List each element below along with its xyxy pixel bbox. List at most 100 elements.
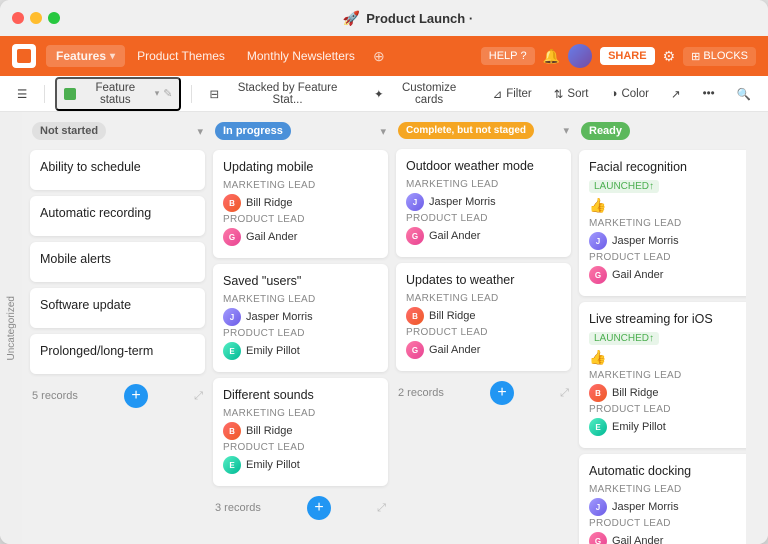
thumbs-up-streaming: 👍 [589,349,744,366]
blocks-button[interactable]: ⊞ BLOCKS [683,47,756,66]
name-emily-2: Emily Pillot [246,459,300,471]
card-title-auto-docking: Automatic docking [589,464,744,478]
card-automatic-recording[interactable]: Automatic recording [30,196,205,236]
name-bill-3: Bill Ridge [429,310,475,322]
add-card-complete[interactable]: + [490,381,514,405]
side-label: Uncategorized [0,112,22,544]
meta-product-4: PRODUCT LEAD [406,213,561,224]
close-button[interactable] [12,12,24,24]
avatar-bill-1: B [223,194,241,212]
stacked-button[interactable]: ⊟ Stacked by Feature Stat... [202,79,359,109]
meta-marketing-1: MARKETING LEAD [223,180,378,191]
share-button[interactable]: SHARE [600,47,655,65]
avatar-emily-2: E [223,456,241,474]
expand-icon-in-progress[interactable]: ⤢ [377,502,386,515]
more-button[interactable]: ••• [696,85,722,103]
minimize-button[interactable] [30,12,42,24]
avatar-emily-3: E [589,418,607,436]
avatar-jasper-3: J [589,232,607,250]
card-facial-recognition[interactable]: Facial recognition LAUNCHED↑ 👍 MARKETING… [579,150,746,296]
name-emily-1: Emily Pillot [246,345,300,357]
records-count-not-started: 5 records [32,390,78,402]
edit-icon: ✎ [163,87,172,100]
avatar-gail-1: G [223,228,241,246]
window-title-area: 🚀 Product Launch · [60,10,756,27]
stack-icon: ⊟ [209,87,219,101]
launched-badge-facial: LAUNCHED↑ [589,180,659,193]
col-chevron-not-started[interactable]: ▾ [197,125,203,138]
meta-marketing-4: MARKETING LEAD [406,179,561,190]
card-different-sounds[interactable]: Different sounds MARKETING LEAD B Bill R… [213,378,388,486]
column-not-started: Not started ▾ Ability to schedule Automa… [30,122,205,534]
meta-product-1: PRODUCT LEAD [223,214,378,225]
search-button[interactable]: 🔍 [730,84,758,104]
avatar-gail-3: G [406,341,424,359]
bell-icon[interactable]: 🔔 [543,48,560,65]
tab-product-themes[interactable]: Product Themes [127,45,235,67]
sort-button[interactable]: ⇅ Sort [547,84,596,104]
expand-icon-complete[interactable]: ⤢ [560,387,569,400]
card-live-streaming[interactable]: Live streaming for iOS LAUNCHED↑ 👍 MARKE… [579,302,746,448]
col-chevron-in-progress[interactable]: ▾ [380,125,386,138]
card-software-update[interactable]: Software update [30,288,205,328]
name-bill-1: Bill Ridge [246,197,292,209]
maximize-button[interactable] [48,12,60,24]
main-content: Uncategorized Not started ▾ Ability to s… [0,112,768,544]
person-gail-4: G Gail Ander [589,266,744,284]
sliders-icon: ✦ [374,87,384,101]
question-icon: ? [521,50,527,62]
share-view-button[interactable]: ↗ [664,84,688,104]
card-title-1: Ability to schedule [40,160,195,174]
user-avatar[interactable] [568,44,592,68]
help-button[interactable]: HELP ? [481,47,535,65]
meta-product-2: PRODUCT LEAD [223,328,378,339]
settings-icon[interactable]: ⚙ [663,48,676,65]
person-jasper-1: J Jasper Morris [223,308,378,326]
col-header-complete: Complete, but not staged ▾ [396,122,571,143]
person-emily-2: E Emily Pillot [223,456,378,474]
app-logo-inner [17,49,31,63]
card-title-saved-users: Saved "users" [223,274,378,288]
filter-icon: ⊿ [493,87,503,101]
card-mobile-alerts[interactable]: Mobile alerts [30,242,205,282]
share-view-icon: ↗ [671,87,681,101]
hamburger-button[interactable]: ☰ [10,84,34,104]
meta-product-7: PRODUCT LEAD [589,404,744,415]
filter-button[interactable]: ⊿ Filter [486,84,539,104]
col-chevron-complete[interactable]: ▾ [563,124,569,137]
feature-status-button[interactable]: Feature status ▾ ✎ [55,77,181,111]
color-label: Color [621,88,648,100]
tab-features-label: Features [56,49,106,63]
tab-monthly-newsletters[interactable]: Monthly Newsletters [237,45,365,67]
card-title-live-streaming: Live streaming for iOS [589,312,744,326]
tab-features[interactable]: Features ▾ [46,45,125,67]
card-prolonged[interactable]: Prolonged/long-term [30,334,205,374]
col-header-not-started: Not started ▾ [30,122,205,144]
card-updates-to-weather[interactable]: Updates to weather MARKETING LEAD B Bill… [396,263,571,371]
toolbar: ☰ Feature status ▾ ✎ ⊟ Stacked by Featur… [0,76,768,112]
card-updating-mobile[interactable]: Updating mobile MARKETING LEAD B Bill Ri… [213,150,388,258]
card-outdoor-weather[interactable]: Outdoor weather mode MARKETING LEAD J Ja… [396,149,571,257]
expand-icon-not-started[interactable]: ⤢ [194,390,203,403]
add-card-not-started[interactable]: + [124,384,148,408]
color-button[interactable]: ◑ Color [604,85,656,103]
card-ability-to-schedule[interactable]: Ability to schedule [30,150,205,190]
records-count-in-progress: 3 records [215,502,261,514]
rocket-icon: 🚀 [343,10,360,27]
name-gail-1: Gail Ander [246,231,297,243]
help-label: HELP [489,50,518,62]
add-tab-button[interactable]: ⊕ [367,44,391,69]
app-logo [12,44,36,68]
add-card-in-progress[interactable]: + [307,496,331,520]
traffic-lights [12,12,60,24]
card-automatic-docking[interactable]: Automatic docking MARKETING LEAD J Jaspe… [579,454,746,544]
badge-not-started: Not started [32,122,106,140]
feature-status-label: Feature status [80,82,151,106]
col-footer-in-progress: 3 records + ⤢ [213,492,388,524]
meta-marketing-6: MARKETING LEAD [589,218,744,229]
name-jasper-4: Jasper Morris [612,501,679,513]
card-saved-users[interactable]: Saved "users" MARKETING LEAD J Jasper Mo… [213,264,388,372]
customize-button[interactable]: ✦ Customize cards [367,79,478,109]
person-gail-2: G Gail Ander [406,227,561,245]
stacked-label: Stacked by Feature Stat... [223,82,352,106]
